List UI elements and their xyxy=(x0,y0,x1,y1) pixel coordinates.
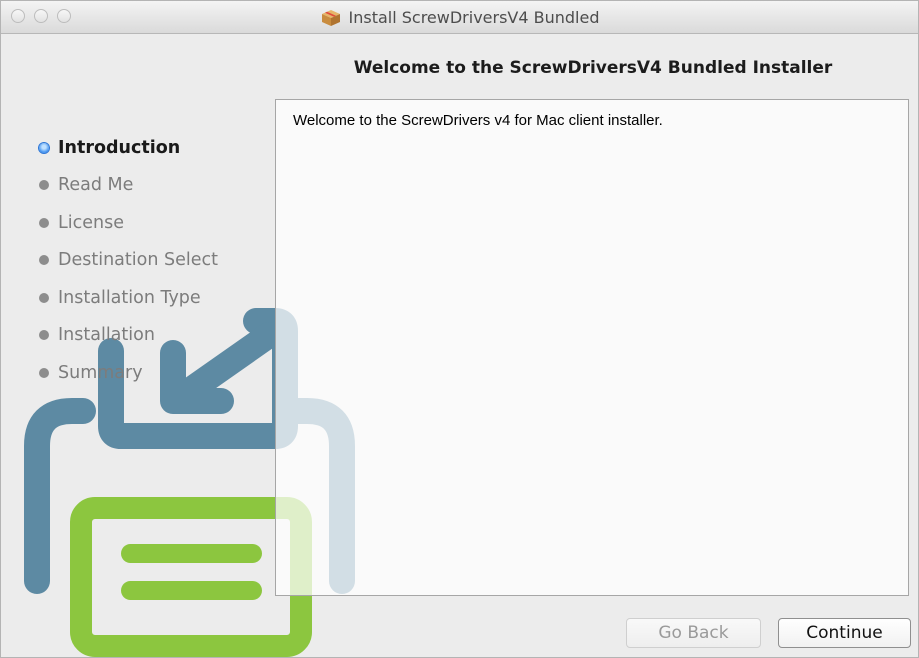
step-introduction: Introduction xyxy=(39,129,218,167)
step-bullet-icon xyxy=(39,255,49,266)
step-summary: Summary xyxy=(39,354,218,392)
step-read-me: Read Me xyxy=(39,167,218,205)
window-title-wrap: Install ScrewDriversV4 Bundled xyxy=(1,1,918,34)
welcome-text: Welcome to the ScrewDrivers v4 for Mac c… xyxy=(293,112,663,129)
step-installation: Installation xyxy=(39,317,218,355)
title-bar[interactable]: Install ScrewDriversV4 Bundled xyxy=(1,1,918,34)
installer-steps: Introduction Read Me License Destination… xyxy=(39,129,218,392)
step-bullet-icon xyxy=(39,330,49,341)
step-bullet-icon xyxy=(39,367,49,378)
step-label: Installation Type xyxy=(58,287,201,308)
window-title: Install ScrewDriversV4 Bundled xyxy=(348,8,600,27)
step-label: Destination Select xyxy=(58,250,218,271)
step-bullet-icon xyxy=(39,292,49,303)
step-destination-select: Destination Select xyxy=(39,242,218,280)
step-current-indicator-icon xyxy=(39,142,49,153)
step-license: License xyxy=(39,204,218,242)
step-label: License xyxy=(58,212,124,233)
step-label: Summary xyxy=(58,362,143,383)
step-bullet-icon xyxy=(39,180,49,191)
step-installation-type: Installation Type xyxy=(39,279,218,317)
step-label: Installation xyxy=(58,325,155,346)
step-label: Introduction xyxy=(58,137,181,158)
step-label: Read Me xyxy=(58,175,134,196)
package-icon xyxy=(321,9,340,26)
step-bullet-icon xyxy=(39,217,49,228)
content-pane[interactable]: Welcome to the ScrewDrivers v4 for Mac c… xyxy=(275,99,909,596)
installer-window: Install ScrewDriversV4 Bundled Welcome t… xyxy=(0,0,919,658)
continue-button[interactable]: Continue xyxy=(778,618,911,648)
go-back-button[interactable]: Go Back xyxy=(626,618,761,648)
page-title: Welcome to the ScrewDriversV4 Bundled In… xyxy=(353,58,833,78)
